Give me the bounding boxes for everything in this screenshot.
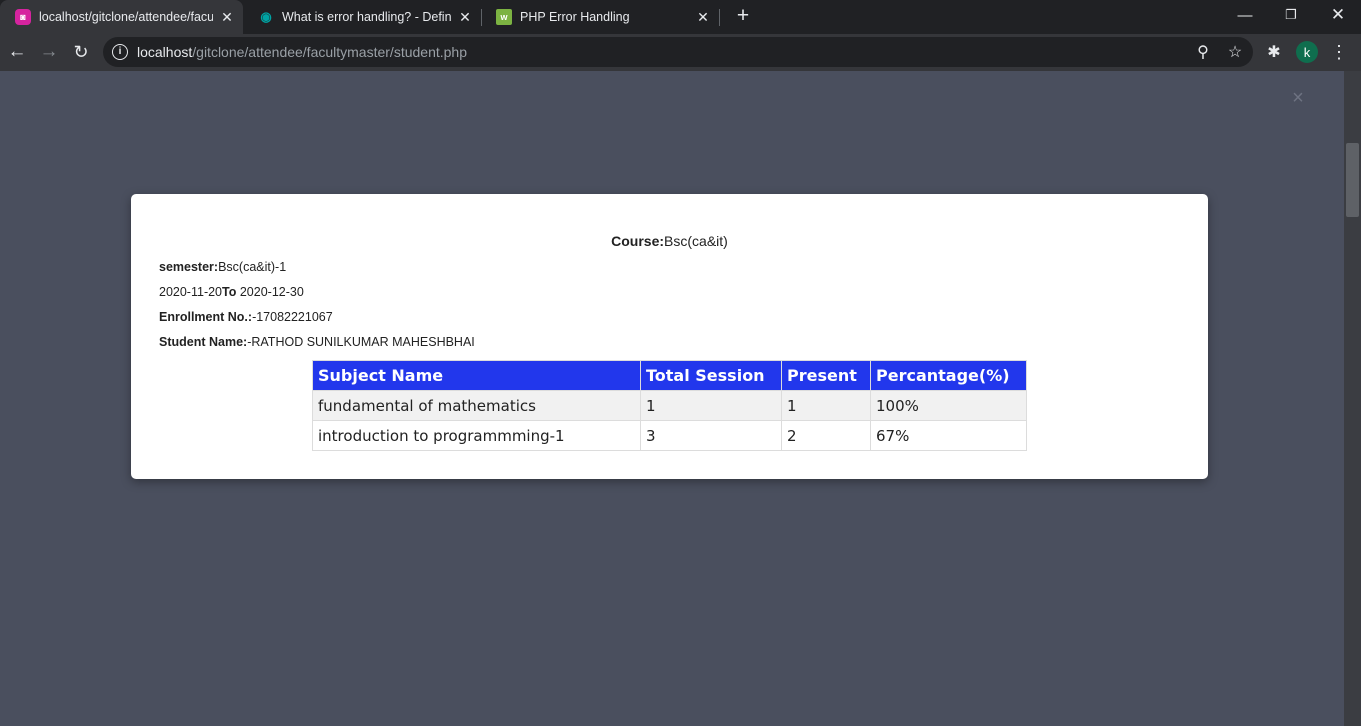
forward-arrow-icon[interactable]: → (37, 40, 61, 64)
back-arrow-icon[interactable]: ← (5, 40, 29, 64)
cell-percentage: 100% (870, 390, 1027, 421)
page-scrollbar[interactable] (1344, 71, 1361, 726)
tab-attendee[interactable]: ◙ localhost/gitclone/attendee/facu ✕ (0, 0, 243, 34)
close-tab-icon[interactable]: ✕ (457, 9, 473, 25)
attendee-app-icon: ◙ (15, 9, 31, 25)
tab-error-handling[interactable]: ◉ What is error handling? - Definiti ✕ (243, 0, 481, 34)
tab-title: What is error handling? - Definiti (282, 10, 451, 24)
attendance-report-modal: Course:Bsc(ca&it) semester:Bsc(ca&it)-1 … (131, 194, 1208, 479)
new-tab-button[interactable]: + (733, 5, 753, 26)
cell-percentage: 67% (870, 420, 1027, 451)
close-window-icon[interactable]: ✕ (1315, 0, 1361, 30)
cell-total-session: 1 (640, 390, 782, 421)
cell-present: 2 (781, 420, 871, 451)
tab-strip: ◙ localhost/gitclone/attendee/facu ✕ ◉ W… (0, 0, 1361, 34)
semester-line: semester:Bsc(ca&it)-1 (159, 260, 287, 274)
student-name-line: Student Name:-RATHOD SUNILKUMAR MAHESHBH… (159, 335, 475, 349)
table-row: fundamental of mathematics 1 1 100% (312, 390, 1027, 421)
zoom-icon[interactable]: ⚲ (1193, 42, 1213, 62)
tab-separator (719, 9, 720, 26)
column-header-total-session: Total Session (640, 360, 782, 391)
address-bar[interactable]: i localhost/gitclone/attendee/facultymas… (103, 37, 1253, 67)
column-header-present: Present (781, 360, 871, 391)
minimize-icon[interactable]: — (1222, 0, 1268, 30)
tab-title: PHP Error Handling (520, 10, 630, 24)
attendance-table: Subject Name Total Session Present Perca… (312, 360, 1027, 451)
cell-total-session: 3 (640, 420, 782, 451)
browser-toolbar: ← → ↻ i localhost/gitclone/attendee/facu… (0, 34, 1361, 71)
profile-avatar[interactable]: k (1296, 41, 1318, 63)
table-header-row: Subject Name Total Session Present Perca… (312, 360, 1027, 391)
table-row: introduction to programmming-1 3 2 67% (312, 420, 1027, 451)
tab-php-error-handling[interactable]: w PHP Error Handling ✕ (481, 0, 719, 34)
scrollbar-thumb[interactable] (1346, 143, 1359, 217)
tab-title: localhost/gitclone/attendee/facu (39, 10, 213, 24)
cell-subject: introduction to programmming-1 (312, 420, 641, 451)
cell-subject: fundamental of mathematics (312, 390, 641, 421)
extensions-puzzle-icon[interactable]: ✱ (1264, 42, 1284, 62)
menu-kebab-icon[interactable]: ⋮ (1329, 42, 1349, 62)
bookmark-star-icon[interactable]: ☆ (1225, 42, 1245, 62)
cell-present: 1 (781, 390, 871, 421)
eye-icon: ◉ (260, 9, 272, 24)
site-info-icon[interactable]: i (112, 44, 128, 60)
restore-icon[interactable]: ❐ (1268, 0, 1314, 30)
column-header-subject: Subject Name (312, 360, 641, 391)
reload-icon[interactable]: ↻ (69, 40, 93, 64)
close-tab-icon[interactable]: ✕ (219, 9, 235, 25)
enrollment-line: Enrollment No.:-17082221067 (159, 310, 333, 324)
modal-close-icon[interactable]: × (1289, 88, 1307, 108)
date-range-line: 2020-11-20To 2020-12-30 (159, 285, 304, 299)
url-text[interactable]: localhost/gitclone/attendee/facultymaste… (137, 44, 467, 60)
close-tab-icon[interactable]: ✕ (695, 9, 711, 25)
column-header-percentage: Percantage(%) (870, 360, 1027, 391)
w3schools-icon: w (496, 9, 512, 25)
course-line: Course:Bsc(ca&it) (611, 233, 728, 249)
